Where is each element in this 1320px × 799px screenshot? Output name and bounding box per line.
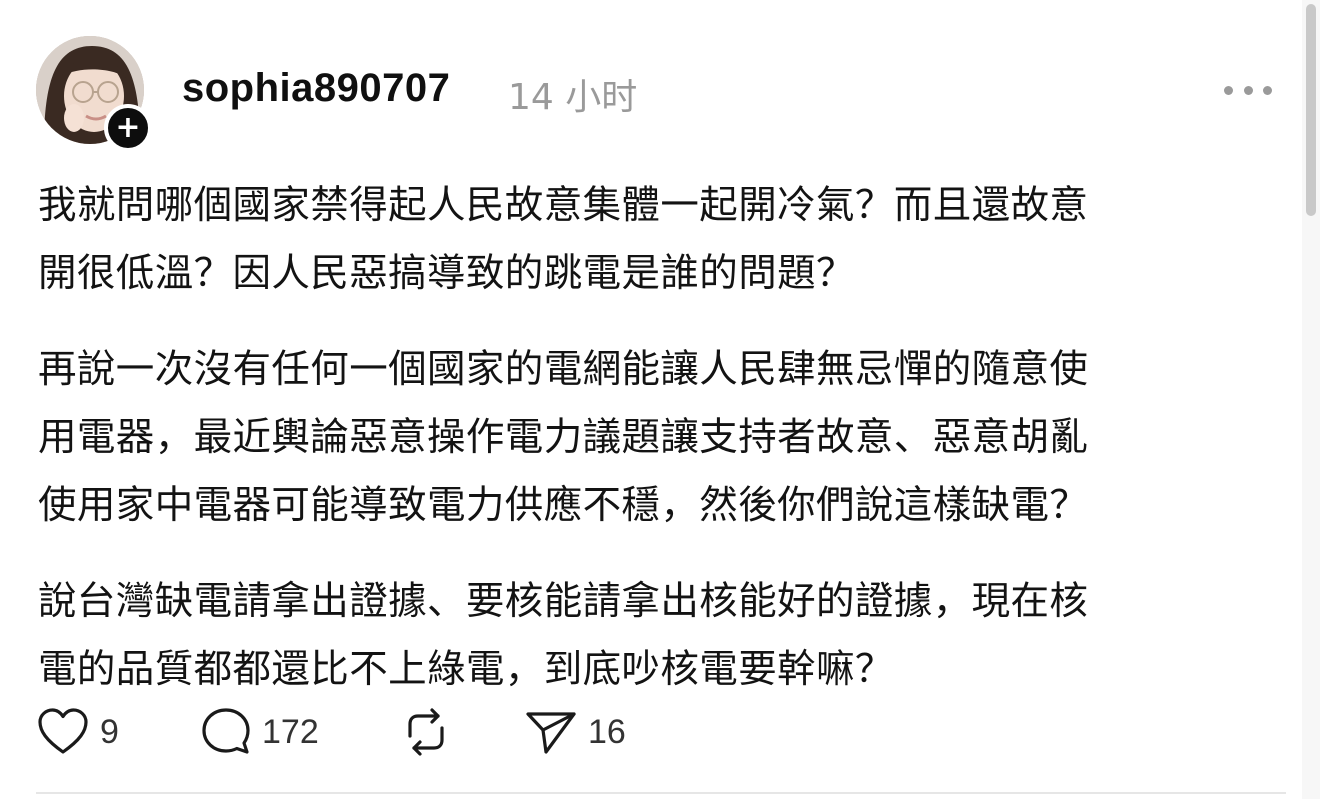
post-paragraph: 再說一次沒有任何一個國家的電網能讓人民肆無忌憚的隨意使 用電器，最近輿論惡意操作…: [38, 336, 1268, 540]
post-text-line: 我就問哪個國家禁得起人民故意集體一起開冷氣？而且還故意: [38, 183, 1089, 228]
thread-post-page: + sophia890707 14 小时 我就問哪個國家禁得起人民故意集體一起開…: [0, 0, 1320, 799]
more-dot-icon: [1263, 85, 1272, 95]
post-text-line: 電的品質都都還比不上綠電，到底吵核電要幹嘛？: [38, 647, 894, 692]
username[interactable]: sophia890707: [182, 66, 450, 111]
comment-count: 172: [262, 712, 319, 751]
post-text-line: 使用家中電器可能導致電力供應不穩，然後你們說這樣缺電？: [38, 483, 1089, 528]
repost-icon: [408, 708, 444, 756]
post-text-line: 開很低溫？因人民惡搞導致的跳電是誰的問題？: [38, 251, 855, 296]
post-body: 我就問哪個國家禁得起人民故意集體一起開冷氣？而且還故意 開很低溫？因人民惡搞導致…: [38, 172, 1268, 732]
more-options-button[interactable]: [1224, 78, 1272, 102]
action-bar: 9 172 16: [36, 702, 736, 762]
timestamp: 14 小时: [508, 77, 638, 118]
send-icon: [526, 712, 576, 754]
comment-button[interactable]: 172: [200, 702, 319, 762]
comment-icon: [202, 708, 250, 754]
plus-icon: +: [115, 110, 141, 145]
share-count: 16: [588, 712, 626, 751]
like-button[interactable]: 9: [36, 702, 119, 762]
like-count: 9: [100, 712, 119, 751]
share-button[interactable]: 16: [524, 702, 626, 762]
post-text-line: 再說一次沒有任何一個國家的電網能讓人民肆無忌憚的隨意使: [38, 347, 1089, 392]
follow-button[interactable]: +: [104, 104, 152, 152]
divider: [36, 792, 1286, 794]
repost-button[interactable]: [400, 702, 462, 762]
more-dot-icon: [1224, 85, 1233, 95]
post-text-line: 說台灣缺電請拿出證據、要核能請拿出核能好的證據，現在核: [38, 579, 1089, 624]
heart-icon: [38, 708, 88, 754]
more-dot-icon: [1243, 85, 1253, 95]
post-header: + sophia890707 14 小时: [36, 36, 1286, 156]
scrollbar[interactable]: [1302, 0, 1320, 799]
scrollbar-thumb[interactable]: [1306, 4, 1316, 216]
post-paragraph: 我就問哪個國家禁得起人民故意集體一起開冷氣？而且還故意 開很低溫？因人民惡搞導致…: [38, 172, 1268, 308]
post-text-line: 用電器，最近輿論惡意操作電力議題讓支持者故意、惡意胡亂: [38, 415, 1089, 460]
post-paragraph: 說台灣缺電請拿出證據、要核能請拿出核能好的證據，現在核 電的品質都都還比不上綠電…: [38, 568, 1268, 704]
